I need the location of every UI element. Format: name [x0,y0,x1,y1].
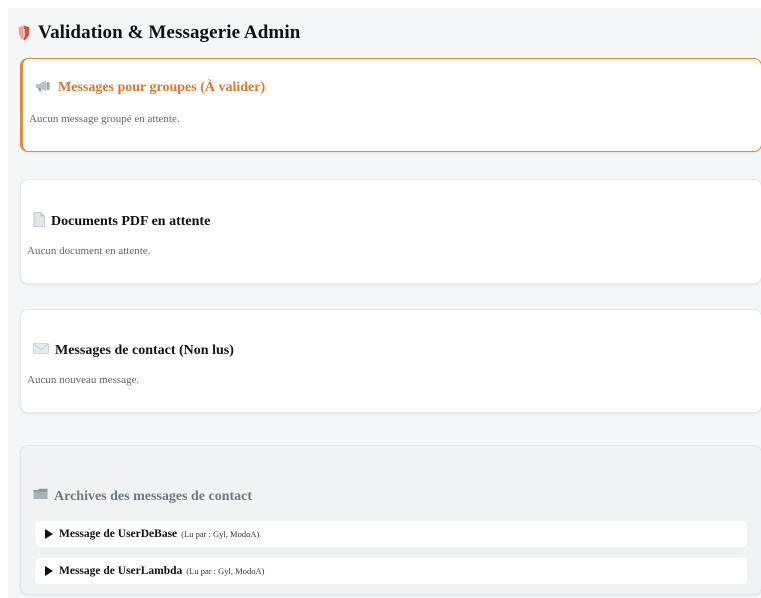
contact-archives-card: Archives des messages de contact Message… [20,445,761,595]
contact-messages-card: Messages de contact (Non lus) Aucun nouv… [20,309,761,413]
expand-triangle-icon [45,529,53,539]
pdf-documents-card: Documents PDF en attente Aucun document … [20,179,761,284]
page-header: Validation & Messagerie Admin [18,22,300,44]
archive-message-title: Message de UserLambda [59,565,183,577]
archive-message-readers: (Lu par : Gyl, ModoA) [181,529,260,539]
folder-icon [33,488,48,505]
page-title: Validation & Messagerie Admin [38,22,301,43]
contact-archives-title: Archives des messages de contact [54,488,253,504]
pdf-documents-heading: Documents PDF en attente [33,212,210,232]
contact-archives-heading: Archives des messages de contact [33,488,252,505]
contact-messages-empty-text: Aucun nouveau message. [27,374,140,386]
pending-group-messages-card: Messages pour groupes (À valider) Aucun … [20,58,761,152]
pdf-documents-empty-text: Aucun document en attente. [27,245,151,257]
megaphone-icon [35,79,52,97]
contact-messages-heading: Messages de contact (Non lus) [33,343,234,359]
archive-message-row[interactable]: Message de UserLambda (Lu par : Gyl, Mod… [35,558,747,584]
pending-group-messages-heading: Messages pour groupes (À valider) [35,79,265,97]
pdf-documents-title: Documents PDF en attente [51,214,211,229]
archive-message-readers: (Lu par : Gyl, ModoA) [186,566,265,576]
expand-triangle-icon [45,566,53,576]
contact-messages-title: Messages de contact (Non lus) [55,343,234,358]
pending-group-messages-title: Messages pour groupes (À valider) [58,80,266,95]
admin-page: Validation & Messagerie Admin Messages p… [8,8,761,598]
document-icon [33,212,45,232]
archive-message-title: Message de UserDeBase [59,528,178,540]
archive-message-row[interactable]: Message de UserDeBase (Lu par : Gyl, Mod… [35,521,747,547]
shield-icon [18,25,30,41]
pending-group-messages-empty-text: Aucun message groupé en attente. [29,113,180,125]
envelope-icon [33,343,49,359]
